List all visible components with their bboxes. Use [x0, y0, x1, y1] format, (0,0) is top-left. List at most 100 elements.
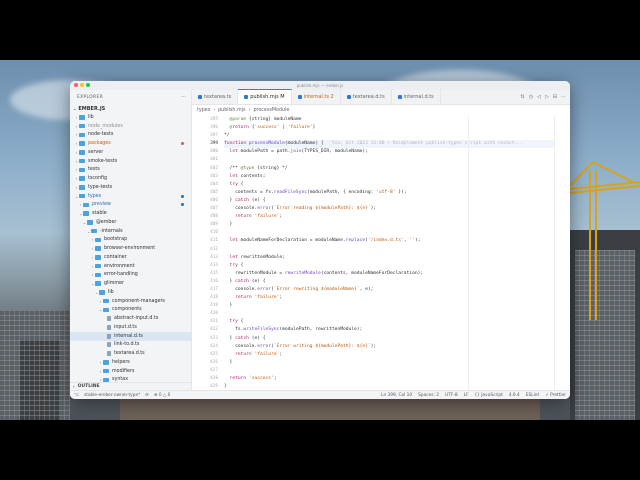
editor-tab[interactable]: internal.ts 2: [292, 89, 341, 104]
tree-folder[interactable]: ⌄ components: [70, 306, 191, 315]
tree-file[interactable]: textarea.d.ts: [70, 349, 191, 358]
remote-icon[interactable]: ⌥: [74, 393, 79, 398]
line-ending[interactable]: LF: [464, 393, 469, 398]
code-line[interactable]: console.error(`Error rewriting ${moduleN…: [224, 286, 554, 294]
tree-folder[interactable]: › type-tests: [70, 183, 191, 192]
workspace-section[interactable]: ⌄ EMBER.JS: [70, 104, 191, 113]
code-line[interactable]: */: [224, 132, 554, 140]
tree-folder[interactable]: › packages: [70, 139, 191, 148]
code-line[interactable]: } catch (e) {: [224, 335, 554, 343]
code-line[interactable]: console.error(`Error reading ${modulePat…: [224, 205, 554, 213]
tree-folder[interactable]: › tests: [70, 166, 191, 175]
tree-folder[interactable]: › browser-environment: [70, 244, 191, 253]
tree-folder[interactable]: › server: [70, 148, 191, 157]
code-line[interactable]: console.error(`Error writing ${modulePat…: [224, 343, 554, 351]
indentation[interactable]: Spaces: 2: [418, 393, 439, 398]
tree-file[interactable]: abstract-input.d.ts: [70, 314, 191, 323]
editor-action-icon[interactable]: ◷: [529, 94, 533, 100]
code-line[interactable]: try {: [224, 262, 554, 270]
minimize-window-button[interactable]: [80, 83, 84, 87]
code-line[interactable]: [224, 367, 554, 375]
code-line[interactable]: [224, 246, 554, 254]
code-line[interactable]: } catch (e) {: [224, 278, 554, 286]
code-line[interactable]: function processModule(moduleName) { You…: [224, 140, 554, 149]
code-line[interactable]: @return {'success' | 'failure'}: [224, 124, 554, 132]
code-line[interactable]: let moduleNameForDeclaration = moduleNam…: [224, 237, 554, 245]
code-line[interactable]: return 'failure';: [224, 351, 554, 359]
encoding[interactable]: UTF-8: [445, 393, 458, 398]
tree-folder[interactable]: ⌄ @ember: [70, 218, 191, 227]
tree-file[interactable]: internal.d.ts: [70, 331, 191, 341]
tree-folder[interactable]: ⌄ lib: [70, 288, 191, 297]
git-branch[interactable]: stable-ember-owner-type*: [84, 393, 140, 398]
tree-folder[interactable]: ⌄ types: [70, 192, 191, 201]
tree-folder[interactable]: › error-handling: [70, 271, 191, 280]
code-line[interactable]: [224, 310, 554, 318]
tree-folder[interactable]: › tsconfig: [70, 174, 191, 183]
breadcrumb-item[interactable]: processModule: [253, 108, 289, 113]
code-line[interactable]: contents = fs.readFileSync(modulePath, {…: [224, 189, 554, 197]
tree-folder[interactable]: › syntax: [70, 376, 191, 382]
tree-folder[interactable]: › component-managers: [70, 297, 191, 306]
tree-folder[interactable]: ⌄ stable: [70, 209, 191, 218]
code-line[interactable]: /** @type {string} */: [224, 165, 554, 173]
eslint-status[interactable]: ESLint: [526, 393, 539, 398]
tree-folder[interactable]: › bootstrap: [70, 236, 191, 245]
tree-folder[interactable]: › preview: [70, 201, 191, 210]
explorer-more-icon[interactable]: ⋯: [181, 95, 186, 100]
code-line[interactable]: return 'failure';: [224, 294, 554, 302]
editor-tab[interactable]: internal.d.ts: [392, 89, 441, 104]
outline-section[interactable]: › OUTLINE: [70, 382, 191, 390]
code-line[interactable]: }: [224, 383, 554, 390]
code-line[interactable]: [224, 156, 554, 164]
tree-folder[interactable]: › smoke-tests: [70, 157, 191, 166]
editor-tab[interactable]: textarea.d.ts: [341, 89, 392, 104]
code-line[interactable]: }: [224, 302, 554, 310]
cursor-position[interactable]: Ln 399, Col 10: [381, 393, 412, 398]
problems-indicator[interactable]: ⊗ 0 △ 0: [154, 393, 170, 398]
code-line[interactable]: try {: [224, 318, 554, 326]
editor-action-icon[interactable]: ⋯: [561, 94, 566, 100]
editor-tab[interactable]: publish.mjs M: [238, 89, 292, 104]
code-line[interactable]: let modulePath = path.join(TYPES_DIR, mo…: [224, 148, 554, 156]
ts-version[interactable]: 4.6.4: [509, 393, 520, 398]
sync-icon[interactable]: ⟳: [145, 393, 149, 398]
code-line[interactable]: rewrittenModule = rewriteModule(contents…: [224, 270, 554, 278]
tree-folder[interactable]: › environment: [70, 262, 191, 271]
code-line[interactable]: @param {string} moduleName: [224, 116, 554, 124]
editor-action-icon[interactable]: ⊟: [553, 94, 557, 100]
code-line[interactable]: let contents;: [224, 173, 554, 181]
tree-folder[interactable]: ⌄ glimmer: [70, 279, 191, 288]
breadcrumb-item[interactable]: publish.mjs: [218, 108, 245, 113]
code-line[interactable]: }: [224, 359, 554, 367]
tree-folder[interactable]: ⌄ -internals: [70, 227, 191, 236]
language-mode[interactable]: {} JavaScript: [474, 393, 502, 398]
editor-tab[interactable]: textarea.ts: [192, 89, 239, 104]
code-line[interactable]: return 'success';: [224, 375, 554, 383]
code-editor[interactable]: 395 396 397 399 400 401 402 403 404 405 406 407 408 4…: [192, 115, 570, 390]
code-line[interactable]: [224, 229, 554, 237]
code-content[interactable]: @param {string} moduleName @return {'suc…: [224, 115, 554, 390]
code-line[interactable]: }: [224, 221, 554, 229]
minimap[interactable]: [554, 115, 570, 390]
code-line[interactable]: return 'failure';: [224, 213, 554, 221]
code-line[interactable]: fs.writeFileSync(modulePath, rewrittenMo…: [224, 326, 554, 334]
tree-folder[interactable]: › node_modules: [70, 122, 191, 131]
tree-folder[interactable]: › helpers: [70, 358, 191, 367]
breadcrumb-item[interactable]: types: [197, 108, 210, 113]
tree-file[interactable]: input.d.ts: [70, 323, 191, 332]
tree-folder[interactable]: › container: [70, 253, 191, 262]
prettier-status[interactable]: ✓ Prettier: [545, 393, 566, 398]
code-line[interactable]: } catch (e) {: [224, 197, 554, 205]
tree-folder[interactable]: › modifiers: [70, 367, 191, 376]
editor-action-icon[interactable]: ⇅: [521, 94, 525, 100]
editor-action-icon[interactable]: ◁: [537, 94, 541, 100]
tree-file[interactable]: link-to.d.ts: [70, 341, 191, 350]
tree-folder[interactable]: › node-tests: [70, 131, 191, 140]
zoom-window-button[interactable]: [86, 83, 90, 87]
close-window-button[interactable]: [74, 83, 78, 87]
editor-action-icon[interactable]: ▷: [545, 94, 549, 100]
code-line[interactable]: let rewrittenModule;: [224, 254, 554, 262]
tree-folder[interactable]: › lib: [70, 113, 191, 122]
code-line[interactable]: try {: [224, 181, 554, 189]
